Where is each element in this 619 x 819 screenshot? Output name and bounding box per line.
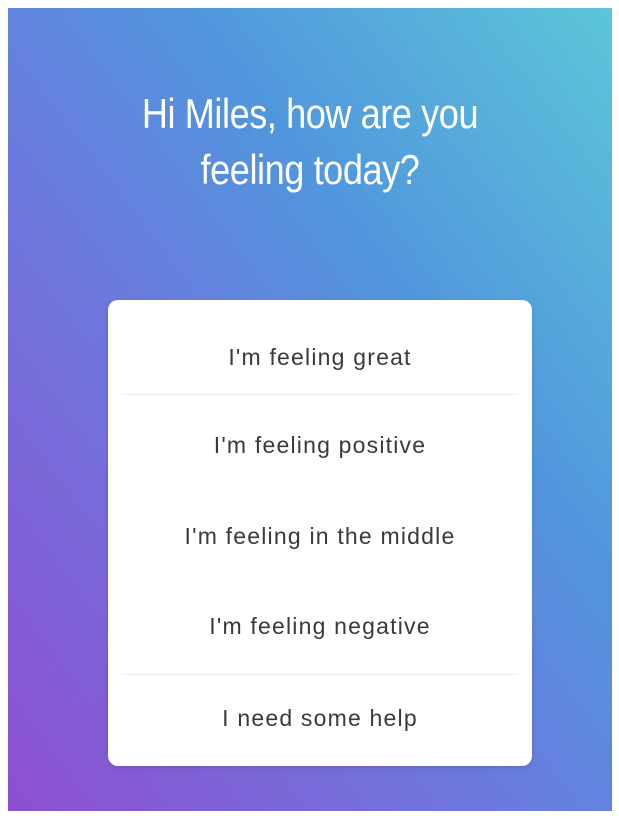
divider xyxy=(122,394,518,395)
mood-check-in-screen: Hi Miles, how are you feeling today? I'm… xyxy=(8,8,612,811)
greeting-line-1: Hi Miles, how are you xyxy=(141,90,479,137)
option-feeling-in-the-middle[interactable]: I'm feeling in the middle xyxy=(108,491,532,581)
greeting-line-2: feeling today? xyxy=(200,146,420,193)
greeting-heading: Hi Miles, how are you feeling today? xyxy=(50,86,569,198)
option-feeling-great[interactable]: I'm feeling great xyxy=(108,312,532,402)
option-feeling-negative[interactable]: I'm feeling negative xyxy=(108,581,532,671)
option-need-some-help[interactable]: I need some help xyxy=(108,673,532,763)
option-feeling-positive[interactable]: I'm feeling positive xyxy=(108,400,532,490)
mood-options-card: I'm feeling great I'm feeling positive I… xyxy=(108,300,532,766)
